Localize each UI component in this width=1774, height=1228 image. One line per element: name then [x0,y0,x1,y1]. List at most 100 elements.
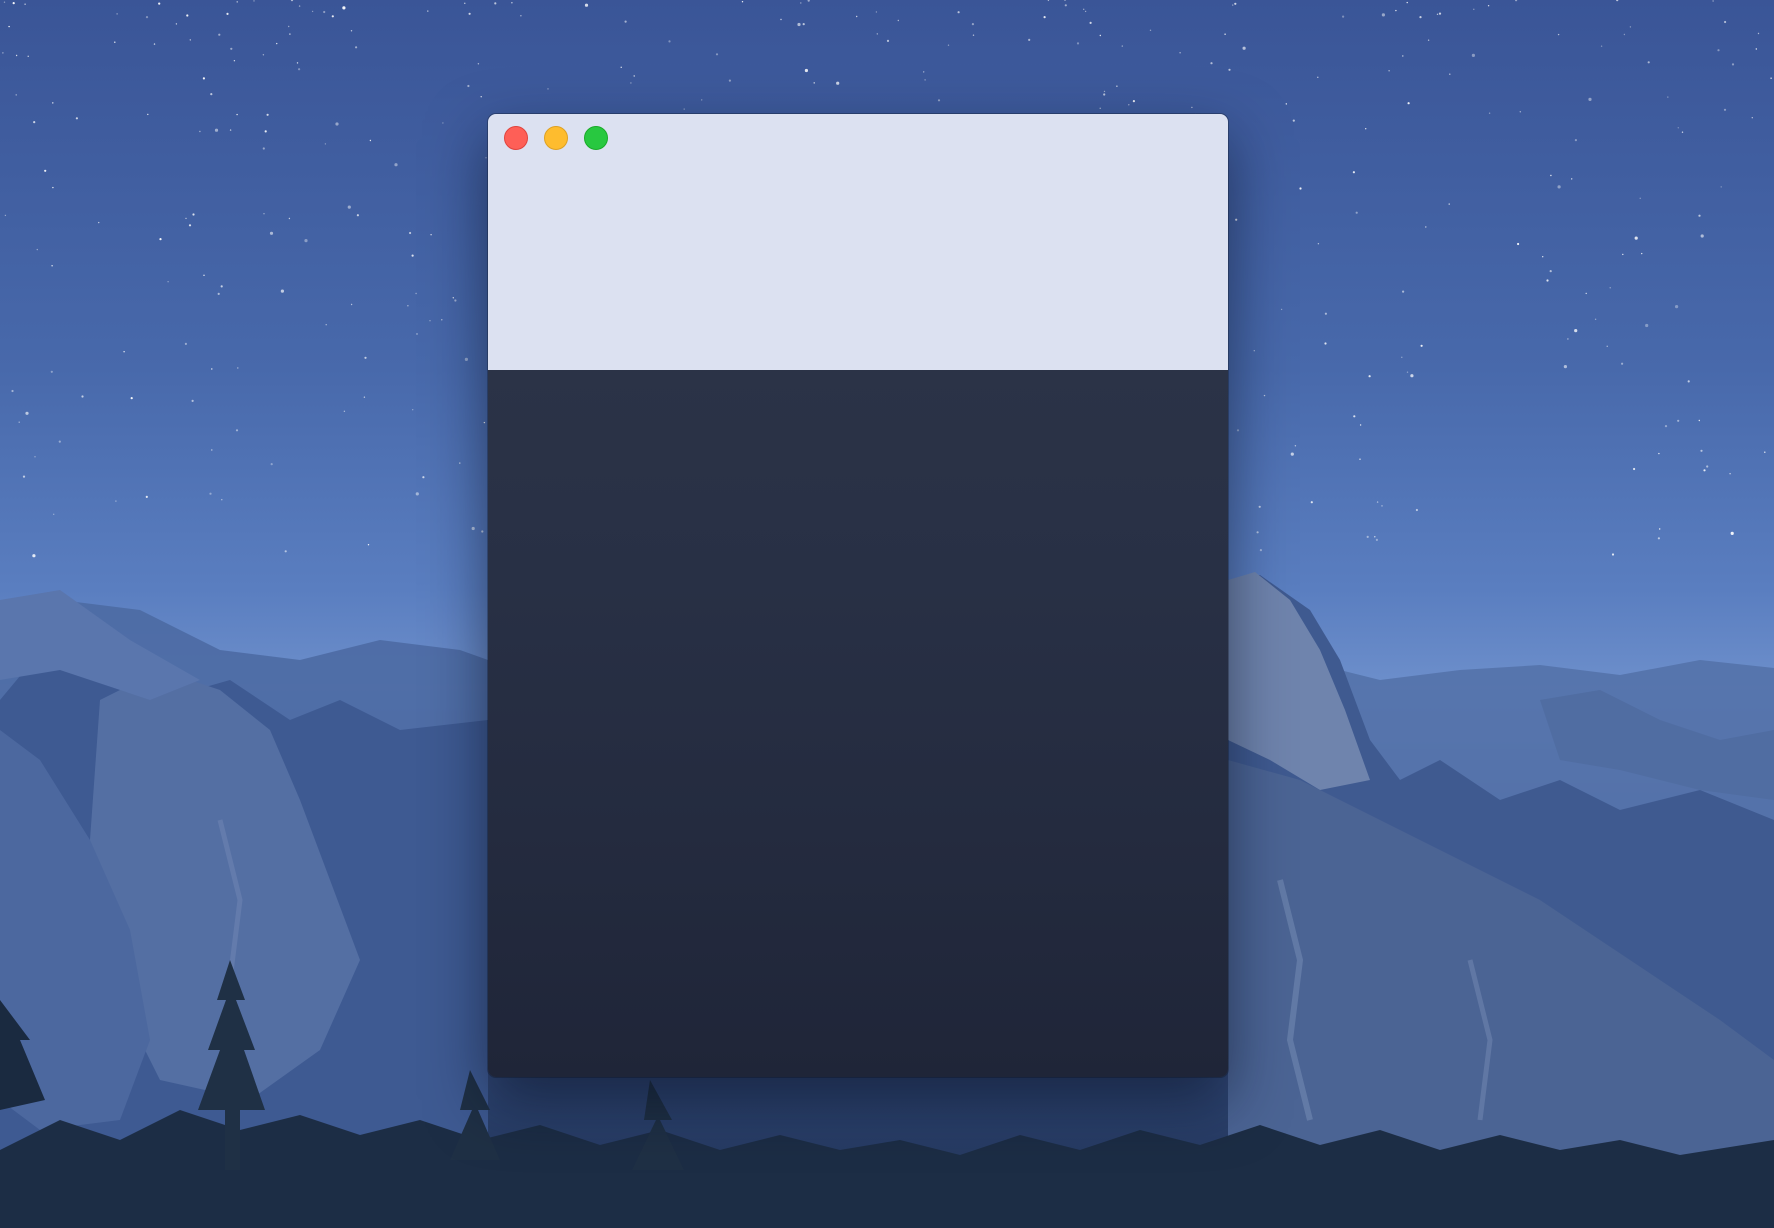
star [347,205,351,209]
desktop [0,0,1774,1228]
star [937,99,941,102]
star [188,224,192,227]
star [1609,287,1611,289]
star [1515,0,1518,2]
star [15,94,17,96]
star [1770,77,1772,79]
star [123,351,125,353]
star [1448,203,1450,205]
star [1488,112,1491,114]
star [464,2,466,4]
star [1611,553,1615,556]
star [175,23,178,25]
star [2,52,4,54]
star [483,421,486,424]
star [876,33,878,35]
star [797,22,801,27]
star [264,130,267,133]
star [323,10,326,14]
star [1717,49,1720,52]
star [364,356,367,359]
star [407,305,409,307]
star [1633,467,1636,471]
star [145,16,149,19]
minimize-button[interactable] [544,126,568,150]
star [1089,21,1092,24]
star [350,30,353,32]
star [947,44,950,46]
star [1064,0,1066,1]
star [441,319,443,321]
star [1623,33,1626,36]
star [262,54,265,56]
star [209,492,212,495]
star [409,231,412,235]
star [18,421,20,423]
star [1622,253,1624,256]
star [1242,46,1246,50]
star [199,130,201,133]
star [235,429,239,432]
star [3,1,6,3]
star [1366,535,1369,539]
star [342,6,346,10]
close-button[interactable] [504,126,528,150]
star [427,10,429,12]
star [8,25,10,28]
star [4,214,7,217]
star [1236,429,1240,432]
star [218,33,221,36]
zoom-button[interactable] [584,126,608,150]
star [202,77,205,80]
star [511,2,513,4]
window-titlebar[interactable] [488,114,1228,370]
star [668,40,671,43]
window-controls [504,126,608,150]
star [1407,102,1410,105]
star [230,47,233,50]
star [1703,469,1706,472]
star [1594,318,1597,320]
star [1588,97,1592,101]
star [145,495,148,498]
star [1376,501,1379,503]
star [343,410,346,412]
star [1043,16,1046,19]
star [1681,131,1684,133]
star [1324,342,1327,345]
star [1355,211,1358,214]
star [1084,10,1087,13]
star [415,292,417,295]
star [1179,52,1181,54]
star [116,13,118,15]
star [683,108,685,110]
star [159,238,162,241]
star [269,231,274,235]
star [186,14,189,17]
star [813,82,815,84]
star [1253,350,1256,352]
star [356,214,359,217]
star [957,11,960,14]
star [1755,48,1758,50]
star [289,33,291,35]
star [192,213,195,216]
star [50,370,53,373]
star [210,93,213,96]
star [1700,449,1703,452]
star [412,409,414,411]
star [1402,55,1404,57]
star [276,42,278,45]
star [1659,528,1661,530]
star [715,53,719,56]
star [1103,93,1106,96]
star [1099,107,1101,110]
star [1449,73,1451,75]
star [1729,473,1731,475]
star [1542,256,1544,258]
star [452,297,454,299]
star [1064,4,1067,7]
star [52,186,54,189]
star [211,368,213,370]
star [1256,531,1259,534]
